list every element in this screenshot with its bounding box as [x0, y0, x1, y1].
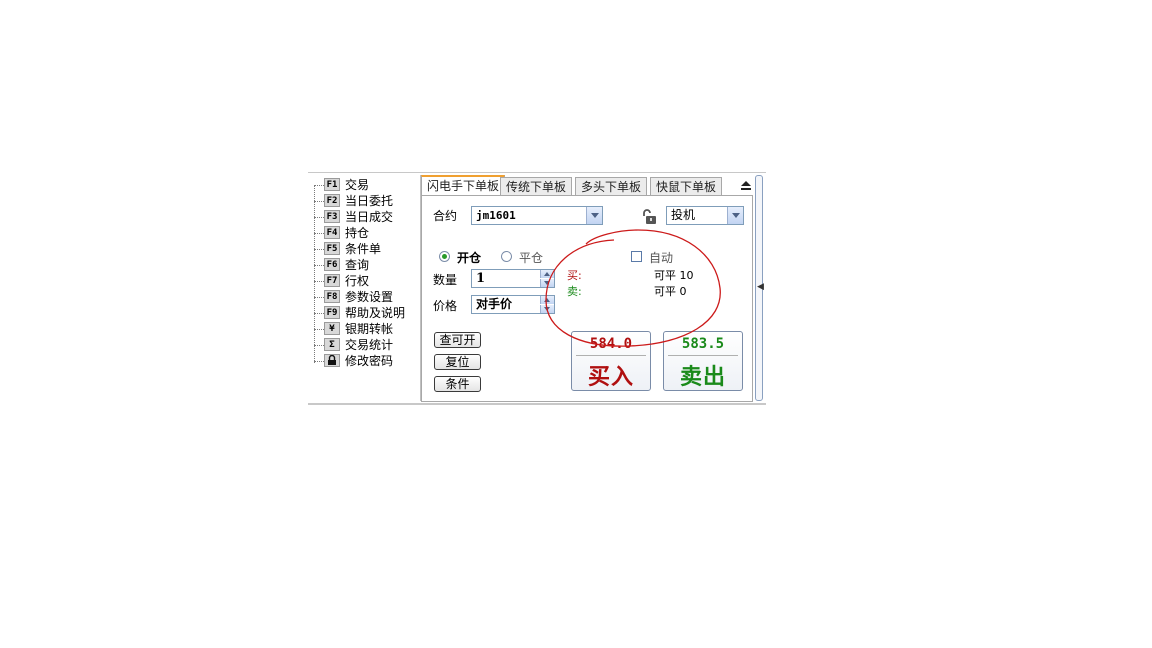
menu-item-today-orders[interactable]: F2 当日委托: [312, 193, 420, 209]
reset-button[interactable]: 复位: [434, 354, 481, 370]
menu-item-query[interactable]: F6 查询: [312, 257, 420, 273]
spin-down-icon[interactable]: [540, 305, 554, 313]
yen-icon: ¥: [324, 322, 340, 335]
open-position-label: 开仓: [457, 251, 482, 265]
menu-item-change-password[interactable]: 修改密码: [312, 353, 420, 369]
contract-select[interactable]: jm1601: [471, 206, 603, 225]
tab-long-order[interactable]: 多头下单板: [575, 177, 648, 195]
menu-item-exercise[interactable]: F7 行权: [312, 273, 420, 289]
chevron-down-icon[interactable]: [727, 207, 743, 224]
hedge-type-value: 投机: [671, 208, 696, 222]
menu-item-positions[interactable]: F4 持仓: [312, 225, 420, 241]
open-position-radio[interactable]: [439, 251, 450, 262]
f5-key-icon: F5: [324, 242, 340, 255]
chevron-down-icon[interactable]: [586, 207, 602, 224]
menu-item-label: 交易: [345, 178, 370, 192]
f1-key-icon: F1: [324, 178, 340, 191]
menu-item-label: 持仓: [345, 226, 370, 240]
menu-item-label: 帮助及说明: [345, 306, 406, 320]
sell-button[interactable]: 583.5 卖出: [663, 331, 743, 391]
spin-up-icon[interactable]: [540, 270, 554, 278]
collapse-left-icon[interactable]: ◀: [757, 282, 764, 292]
tab-content-flash: 合约 jm1601 投机 开仓 平仓 自动 数量 1 价格 对手价 买: 卖: …: [421, 195, 753, 402]
menu-item-label: 修改密码: [345, 354, 394, 368]
f2-key-icon: F2: [324, 194, 340, 207]
price-label: 价格: [433, 299, 458, 313]
sell-price: 583.5: [681, 336, 725, 352]
f8-key-icon: F8: [324, 290, 340, 303]
menu-item-help[interactable]: F9 帮助及说明: [312, 305, 420, 321]
sell-position-label: 卖:: [567, 285, 582, 298]
sell-closable-qty: 可平 0: [654, 285, 687, 298]
trading-panel: F1 交易 F2 当日委托 F3 当日成交 F4 持仓 F5 条件单 F6 查询: [308, 172, 766, 405]
menu-item-trade[interactable]: F1 交易: [312, 177, 420, 193]
menu-item-bank-transfer[interactable]: ¥ 银期转帐: [312, 321, 420, 337]
f6-key-icon: F6: [324, 258, 340, 271]
menu-item-settings[interactable]: F8 参数设置: [312, 289, 420, 305]
tab-flash-order[interactable]: 闪电手下单板: [421, 175, 506, 196]
quantity-value: 1: [476, 271, 486, 286]
f4-key-icon: F4: [324, 226, 340, 239]
menu-item-label: 查询: [345, 258, 370, 272]
menu-item-label: 当日成交: [345, 210, 394, 224]
auto-label: 自动: [649, 251, 674, 265]
menu-item-label: 参数设置: [345, 290, 394, 304]
menu-item-label: 交易统计: [345, 338, 394, 352]
auto-checkbox[interactable]: [631, 251, 642, 262]
price-stepper[interactable]: 对手价: [471, 295, 555, 314]
close-position-label: 平仓: [519, 251, 544, 265]
contract-value: jm1601: [476, 209, 516, 222]
quantity-label: 数量: [433, 273, 458, 287]
function-menu-tree: F1 交易 F2 当日委托 F3 当日成交 F4 持仓 F5 条件单 F6 查询: [308, 175, 421, 401]
buy-price: 584.0: [589, 336, 633, 352]
price-value: 对手价: [476, 297, 513, 311]
menu-item-label: 行权: [345, 274, 370, 288]
query-openable-button[interactable]: 查可开: [434, 332, 481, 348]
buy-position-label: 买:: [567, 269, 582, 282]
eject-icon[interactable]: [739, 179, 753, 191]
lock-icon: [324, 354, 340, 367]
f7-key-icon: F7: [324, 274, 340, 287]
condition-button[interactable]: 条件: [434, 376, 481, 392]
hedge-type-select[interactable]: 投机: [666, 206, 744, 225]
close-position-radio[interactable]: [501, 251, 512, 262]
sell-label: 卖出: [679, 364, 726, 390]
f9-key-icon: F9: [324, 306, 340, 319]
menu-item-trade-stats[interactable]: Σ 交易统计: [312, 337, 420, 353]
panel-splitter[interactable]: ◀: [755, 175, 764, 401]
buy-button[interactable]: 584.0 买入: [571, 331, 651, 391]
menu-item-label: 条件单: [345, 242, 382, 256]
menu-item-label: 银期转帐: [345, 322, 394, 336]
menu-item-today-fills[interactable]: F3 当日成交: [312, 209, 420, 225]
buy-label: 买入: [587, 364, 634, 390]
unlock-icon[interactable]: [640, 208, 658, 226]
contract-label: 合约: [433, 209, 458, 223]
menu-item-label: 当日委托: [345, 194, 394, 208]
quantity-stepper[interactable]: 1: [471, 269, 555, 288]
spin-down-icon[interactable]: [540, 279, 554, 287]
buy-closable-qty: 可平 10: [654, 269, 694, 282]
tab-bar: 闪电手下单板 传统下单板 多头下单板 快鼠下单板: [421, 175, 753, 196]
order-panel: 闪电手下单板 传统下单板 多头下单板 快鼠下单板 合约 jm1601 投机 开仓…: [421, 175, 753, 402]
sigma-icon: Σ: [324, 338, 340, 351]
spin-up-icon[interactable]: [540, 296, 554, 304]
tab-quick-mouse-order[interactable]: 快鼠下单板: [650, 177, 723, 195]
f3-key-icon: F3: [324, 210, 340, 223]
tab-traditional-order[interactable]: 传统下单板: [500, 177, 573, 195]
menu-item-conditional-orders[interactable]: F5 条件单: [312, 241, 420, 257]
